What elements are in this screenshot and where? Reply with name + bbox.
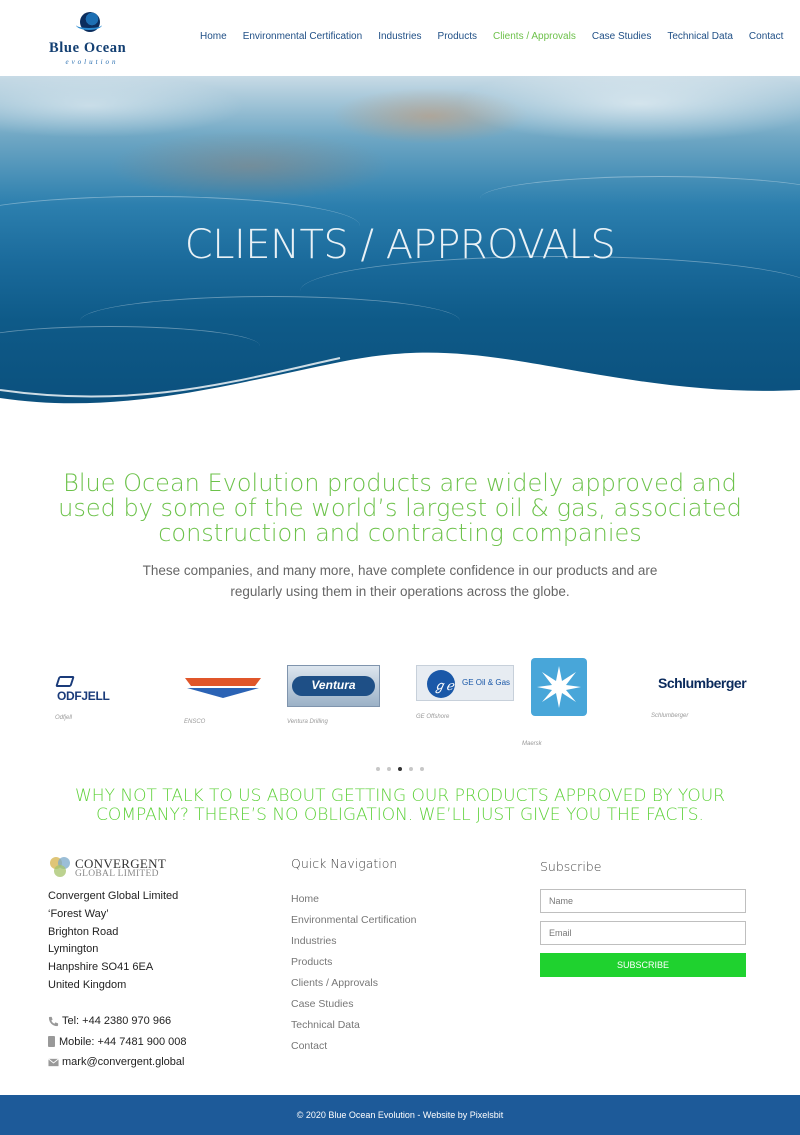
- blue-ocean-logo[interactable]: Blue Ocean evolution: [47, 10, 137, 66]
- wave-logo-icon: [76, 12, 102, 32]
- quick-nav-clients-approvals[interactable]: Clients / Approvals: [291, 973, 491, 994]
- address-line: Convergent Global Limited: [48, 890, 179, 902]
- carousel-dot-active[interactable]: [398, 767, 402, 771]
- address-line: United Kingdom: [48, 978, 127, 991]
- logo-title: Blue Ocean: [49, 40, 127, 56]
- nav-item-industries[interactable]: Industries: [378, 31, 421, 42]
- maersk-logo: [531, 658, 587, 716]
- address-line: ‘Forest Way’: [48, 907, 109, 920]
- client-caption: ENSCO: [184, 719, 206, 725]
- logo-circle-icon: [54, 865, 66, 877]
- mobile-line[interactable]: Mobile: +44 7481 900 008: [48, 1031, 258, 1052]
- nav-item-home[interactable]: Home: [200, 31, 227, 42]
- client-caption: Odfjell: [55, 715, 73, 721]
- page-title: CLIENTS / APPROVALS: [184, 222, 616, 268]
- address-line: Hanpshire SO41 6EA: [48, 961, 154, 974]
- email-text: mark@convergent.global: [62, 1056, 185, 1069]
- carousel-dot[interactable]: [376, 767, 380, 771]
- cta-heading: WHY NOT TALK TO US ABOUT GETTING OUR PRO…: [75, 786, 725, 825]
- water-ripple: [480, 176, 800, 221]
- convergent-logo-sub: GLOBAL LIMITED: [75, 869, 159, 879]
- copyright-bar: © 2020 Blue Ocean Evolution - Website by…: [0, 1095, 800, 1135]
- ensco-logo-text: ENSCO: [190, 670, 229, 681]
- client-caption: Ventura Drilling: [287, 719, 328, 725]
- odfjell-mark-icon: [55, 676, 75, 687]
- quick-nav-products[interactable]: Products: [291, 952, 491, 973]
- carousel-dot[interactable]: [409, 767, 413, 771]
- maersk-star-icon: [537, 666, 581, 708]
- footer-subscribe: Subscribe SUBSCRIBE: [540, 859, 746, 977]
- wave-divider: [0, 352, 800, 416]
- company-address: Convergent Global Limited ‘Forest Way’ B…: [48, 888, 258, 995]
- intro-text: These companies, and many more, have com…: [142, 563, 658, 599]
- schlumberger-logo: Schlumberger: [658, 675, 747, 691]
- logo-tagline: evolution: [65, 58, 119, 66]
- nav-item-case-studies[interactable]: Case Studies: [592, 31, 651, 42]
- quick-nav-title: Quick Navigation: [291, 856, 398, 871]
- client-caption: Maersk: [522, 741, 542, 747]
- carousel-dot[interactable]: [387, 767, 391, 771]
- phone-text: Tel: +44 2380 970 966: [62, 1015, 172, 1028]
- carousel-dots: [376, 767, 424, 771]
- main-nav: Home Environmental Certification Industr…: [200, 31, 799, 42]
- nav-item-technical-data[interactable]: Technical Data: [667, 31, 733, 42]
- address-line: Brighton Road: [48, 925, 119, 938]
- nav-item-products[interactable]: Products: [438, 31, 477, 42]
- address-line: Lymington: [48, 943, 99, 956]
- email-line[interactable]: mark@convergent.global: [48, 1052, 258, 1073]
- site-header: Blue Ocean evolution Home Environmental …: [0, 0, 800, 76]
- quick-nav-home[interactable]: Home: [291, 889, 491, 910]
- nav-item-environmental-certification[interactable]: Environmental Certification: [243, 31, 363, 42]
- mobile-icon: [48, 1036, 55, 1048]
- footer-quick-navigation: Quick Navigation Home Environmental Cert…: [291, 856, 491, 1057]
- email-field[interactable]: [540, 921, 746, 945]
- footer-company-info: CONVERGENT GLOBAL LIMITED Convergent Glo…: [48, 855, 258, 1072]
- quick-nav-technical-data[interactable]: Technical Data: [291, 1015, 491, 1036]
- convergent-logo[interactable]: CONVERGENT GLOBAL LIMITED: [48, 855, 258, 881]
- name-field[interactable]: [540, 889, 746, 913]
- client-caption: GE Offshore: [416, 714, 450, 720]
- intro-heading: Blue Ocean Evolution products are widely…: [58, 469, 742, 547]
- quick-nav-industries[interactable]: Industries: [291, 931, 491, 952]
- hero-banner: CLIENTS / APPROVALS: [0, 76, 800, 416]
- quick-nav-list: Home Environmental Certification Industr…: [291, 889, 491, 1057]
- client-caption: Schlumberger: [651, 713, 689, 719]
- mobile-text: Mobile: +44 7481 900 008: [59, 1035, 187, 1048]
- phone-icon: [48, 1016, 59, 1026]
- quick-nav-environmental-certification[interactable]: Environmental Certification: [291, 910, 491, 931]
- carousel-dot[interactable]: [420, 767, 424, 771]
- quick-nav-contact[interactable]: Contact: [291, 1036, 491, 1057]
- subscribe-button[interactable]: SUBSCRIBE: [540, 953, 746, 977]
- client-logo-carousel: ODFJELL Odfjell ENSCO ENSCO Ventura Vent…: [0, 650, 800, 760]
- phone-line[interactable]: Tel: +44 2380 970 966: [48, 1011, 258, 1032]
- ventura-logo: Ventura: [287, 665, 380, 707]
- envelope-icon: [48, 1058, 59, 1066]
- copyright-text: © 2020 Blue Ocean Evolution - Website by…: [296, 1110, 504, 1120]
- odfjell-logo: ODFJELL: [55, 675, 110, 703]
- nav-item-clients-approvals[interactable]: Clients / Approvals: [493, 31, 576, 42]
- nav-item-contact[interactable]: Contact: [749, 31, 783, 42]
- quick-nav-case-studies[interactable]: Case Studies: [291, 994, 491, 1015]
- ge-logo: ℊℯ GE Oil & Gas: [416, 665, 514, 701]
- subscribe-title: Subscribe: [540, 859, 602, 874]
